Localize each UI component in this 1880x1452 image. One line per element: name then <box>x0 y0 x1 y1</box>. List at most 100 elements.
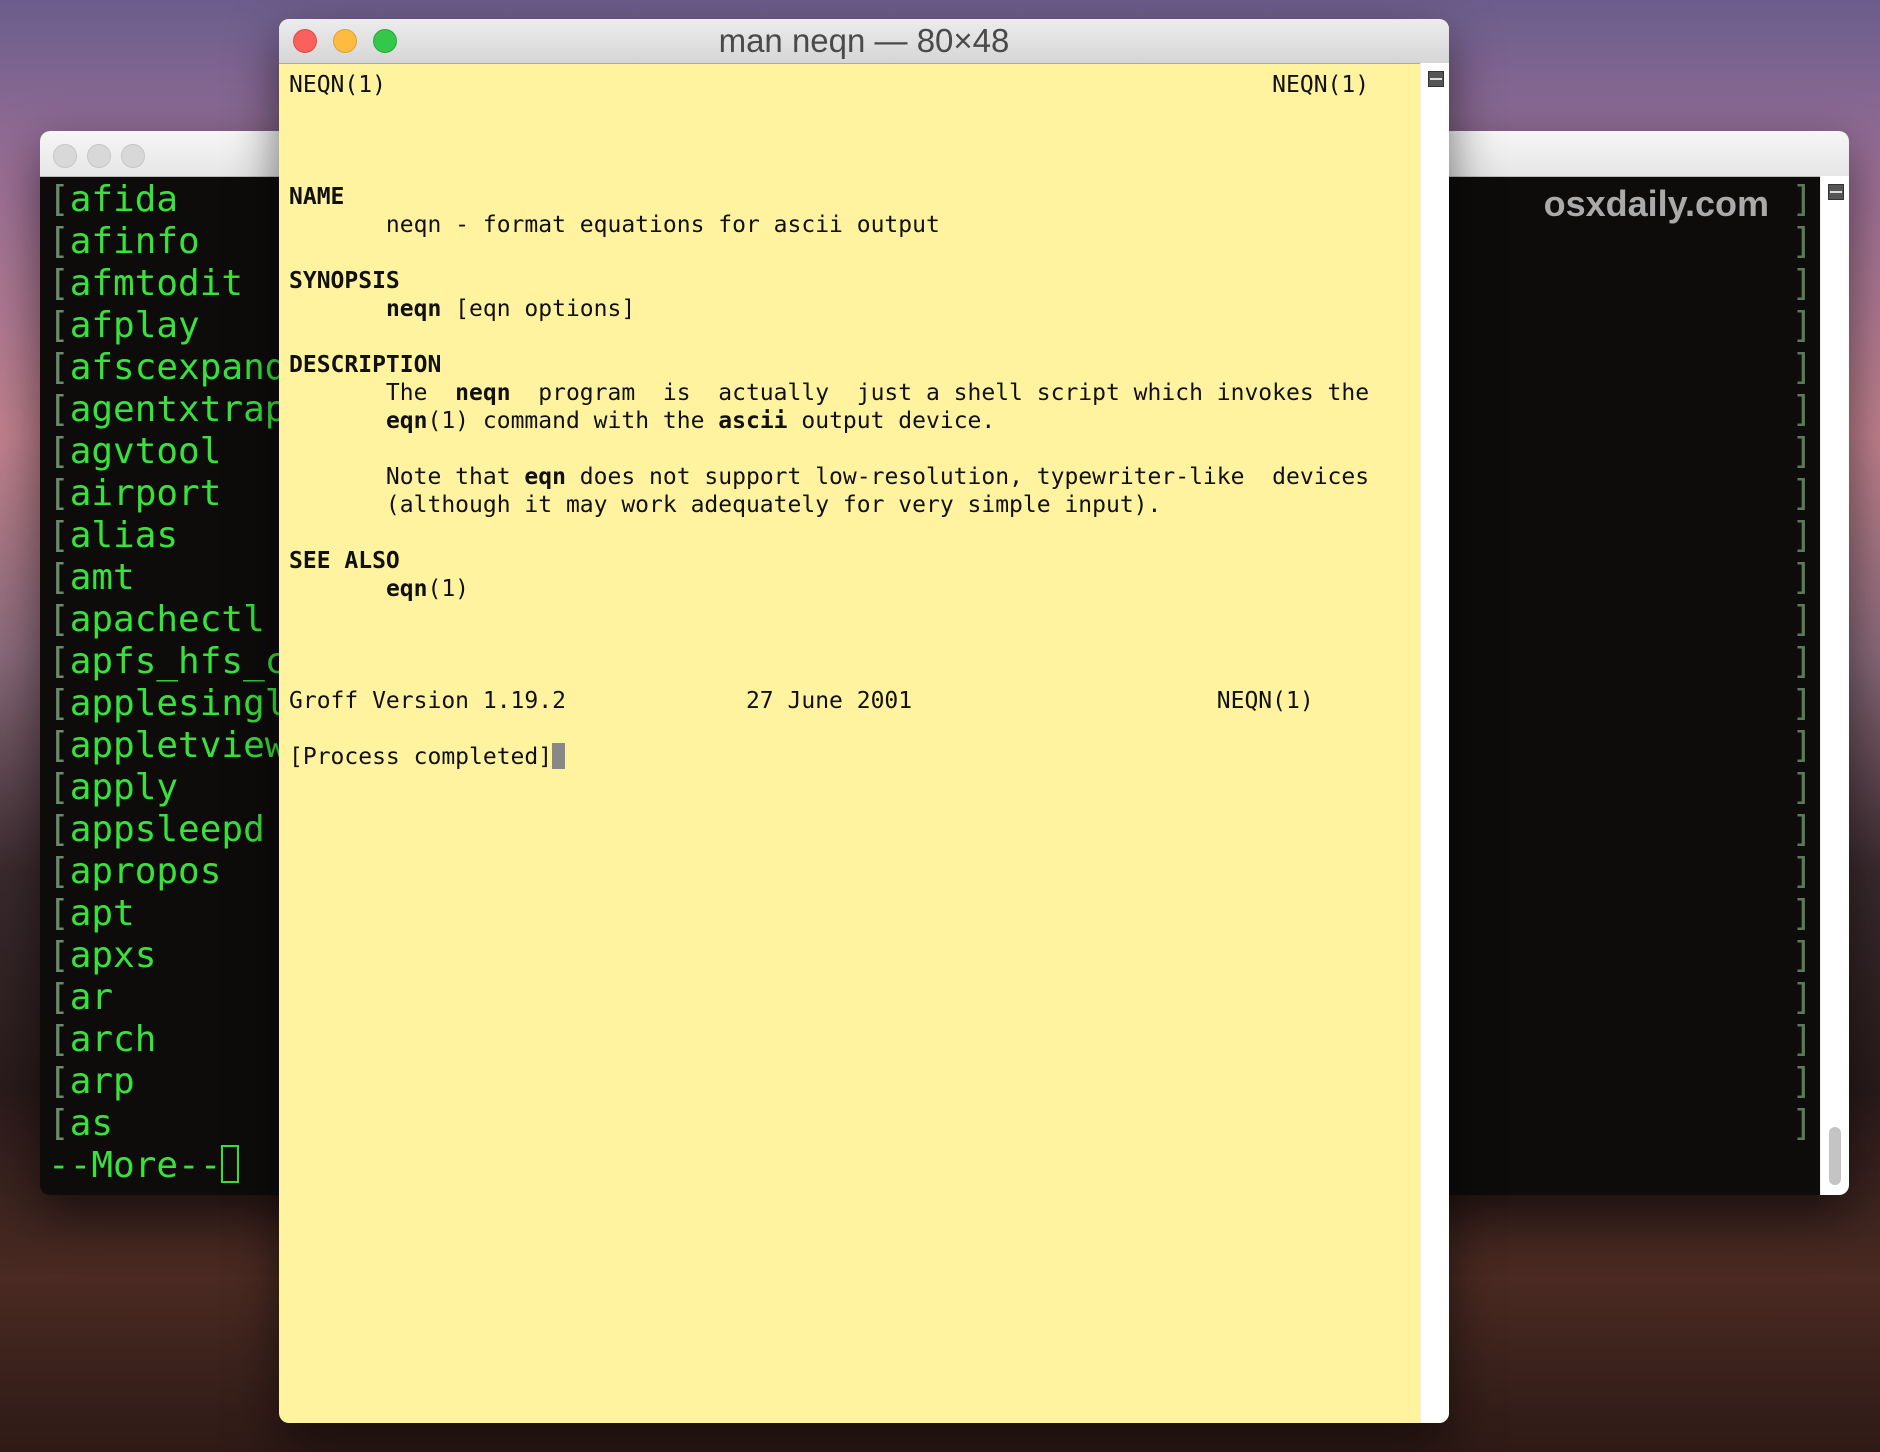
list-item: [apfs_hfs_co <box>48 641 309 682</box>
line-bracket: ] <box>1791 557 1813 598</box>
list-item: [afida <box>48 179 179 220</box>
line-bracket: ] <box>1791 347 1813 388</box>
man-line: Groff Version 1.19.2 27 June 2001 NEQN(1… <box>289 687 1314 715</box>
bold-text: SEE ALSO <box>289 548 400 574</box>
list-item: [agentxtrap <box>48 389 287 430</box>
text: NEQN(1) NEQN(1) <box>289 72 1370 98</box>
man-line: (although it may work adequately for ver… <box>289 491 1161 519</box>
text: (1) <box>427 576 470 602</box>
list-item: [afinfo <box>48 221 200 262</box>
text: [eqn options] <box>441 296 636 322</box>
list-item: [agvtool <box>48 431 222 472</box>
text <box>289 296 386 322</box>
scrollbar-thumb[interactable] <box>1829 1127 1841 1185</box>
text: (although it may work adequately for ver… <box>289 492 1162 518</box>
man-line: eqn(1) <box>289 575 469 603</box>
man-line: NEQN(1) NEQN(1) <box>289 71 1369 99</box>
bold-text: neqn <box>385 296 442 322</box>
cursor <box>221 1145 240 1183</box>
scrollbar[interactable] <box>1420 63 1449 1423</box>
bold-text: eqn <box>385 576 428 602</box>
list-item: [apxs <box>48 935 157 976</box>
man-line: [Process completed] <box>289 743 566 771</box>
line-bracket: ] <box>1791 683 1813 724</box>
split-pane-icon[interactable] <box>1828 184 1844 200</box>
man-line: neqn - format equations for ascii output <box>289 211 940 239</box>
bold-text: SYNOPSIS <box>289 268 400 294</box>
title-bar[interactable]: man neqn — 80×48 <box>279 19 1449 64</box>
split-pane-icon[interactable] <box>1428 71 1444 87</box>
line-bracket: ] <box>1791 515 1813 556</box>
list-item: [arch <box>48 1019 157 1060</box>
close-button[interactable] <box>293 29 317 53</box>
zoom-button[interactable] <box>121 144 145 168</box>
man-page-terminal-window[interactable]: man neqn — 80×48 NEQN(1) NEQN(1) NAME neq… <box>279 19 1449 1423</box>
text: Note that <box>289 464 525 490</box>
list-item: [as <box>48 1103 114 1144</box>
line-bracket: ] <box>1791 221 1813 262</box>
list-item: [apply <box>48 767 179 808</box>
text <box>289 408 386 434</box>
list-item: [airport <box>48 473 222 514</box>
bold-text: eqn <box>385 408 428 434</box>
minimize-button[interactable] <box>87 144 111 168</box>
list-item: [appletviewe <box>48 725 309 766</box>
list-item: [apachectl <box>48 599 265 640</box>
watermark: osxdaily.com <box>1543 183 1769 224</box>
line-bracket: ] <box>1791 1061 1813 1102</box>
text: does not support low-resolution, typewri… <box>565 464 1370 490</box>
list-item: [apt <box>48 893 135 934</box>
bold-text: NAME <box>289 184 345 210</box>
text: [Process completed] <box>289 744 553 770</box>
bold-text: ascii <box>718 408 788 434</box>
man-line: SYNOPSIS <box>289 267 400 295</box>
line-bracket: ] <box>1791 893 1813 934</box>
man-line: NAME <box>289 183 344 211</box>
list-item: [ar <box>48 977 114 1018</box>
line-bracket: ] <box>1791 263 1813 304</box>
list-item: [amt <box>48 557 135 598</box>
line-bracket: ] <box>1791 935 1813 976</box>
list-item: [applesingle <box>48 683 309 724</box>
text: Groff Version 1.19.2 27 June 2001 NEQN(1… <box>289 688 1314 714</box>
bold-text: DESCRIPTION <box>289 352 442 378</box>
list-item: [apropos <box>48 851 222 892</box>
window-title: man neqn — 80×48 <box>718 22 1010 59</box>
line-bracket: ] <box>1791 1019 1813 1060</box>
close-button[interactable] <box>53 144 77 168</box>
list-item: [afscexpand <box>48 347 287 388</box>
text: output device. <box>787 408 996 434</box>
bold-text: eqn <box>524 464 566 490</box>
list-item: [appsleepd <box>48 809 265 850</box>
man-line: DESCRIPTION <box>289 351 441 379</box>
line-bracket: ] <box>1791 599 1813 640</box>
text: The <box>289 380 456 406</box>
zoom-button[interactable] <box>373 29 397 53</box>
text: (1) command with the <box>427 408 719 434</box>
line-bracket: ] <box>1791 473 1813 514</box>
cursor <box>552 743 566 769</box>
scrollbar[interactable] <box>1820 176 1849 1195</box>
line-bracket: ] <box>1791 767 1813 808</box>
man-line: Note that eqn does not support low-resol… <box>289 463 1369 491</box>
list-item: [arp <box>48 1061 135 1102</box>
list-item: [afmtodit <box>48 263 244 304</box>
line-bracket: ] <box>1791 809 1813 850</box>
line-bracket: ] <box>1791 725 1813 766</box>
line-bracket: ] <box>1791 641 1813 682</box>
line-bracket: ] <box>1791 389 1813 430</box>
man-line: eqn(1) command with the ascii output dev… <box>289 407 995 435</box>
line-bracket: ] <box>1791 1103 1813 1144</box>
man-line: SEE ALSO <box>289 547 400 575</box>
minimize-button[interactable] <box>333 29 357 53</box>
list-item: [afplay <box>48 305 200 346</box>
line-bracket: ] <box>1791 851 1813 892</box>
text: neqn - format equations for ascii output <box>289 212 940 238</box>
man-line: The neqn program is actually just a shel… <box>289 379 1369 407</box>
text <box>289 576 386 602</box>
line-bracket: ] <box>1791 305 1813 346</box>
line-bracket: ] <box>1791 431 1813 472</box>
line-bracket: ] <box>1791 179 1813 220</box>
text: program is actually just a shell script … <box>510 380 1370 406</box>
bold-text: neqn <box>455 380 511 406</box>
